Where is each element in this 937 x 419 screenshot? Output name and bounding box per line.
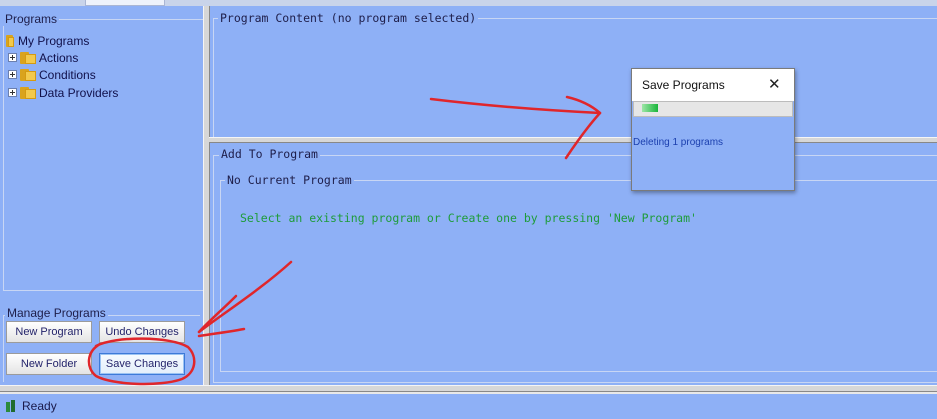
- program-content-header: Program Content (no program selected): [218, 11, 479, 25]
- folder-icon: [6, 34, 15, 47]
- dialog-message: Deleting 1 programs: [633, 137, 724, 148]
- expand-plus-icon[interactable]: [8, 88, 17, 97]
- top-tab[interactable]: [85, 0, 165, 6]
- dialog-title-bar[interactable]: Save Programs ✕: [632, 69, 794, 101]
- add-to-program-header: Add To Program: [219, 147, 320, 161]
- manage-programs-header: Manage Programs: [5, 306, 108, 320]
- progress-fill: [642, 104, 658, 112]
- tree-item-label: Data Providers: [39, 85, 119, 100]
- status-bar: Ready: [0, 392, 937, 419]
- horizontal-splitter[interactable]: [209, 137, 937, 143]
- new-program-button[interactable]: New Program: [6, 321, 92, 343]
- vertical-splitter[interactable]: [203, 6, 210, 386]
- folder-icon: [20, 86, 36, 99]
- progress-bar: [633, 101, 793, 117]
- expand-plus-icon[interactable]: [8, 70, 17, 79]
- undo-changes-button[interactable]: Undo Changes: [99, 321, 185, 343]
- no-current-program-header: No Current Program: [225, 173, 354, 187]
- tree-item-conditions[interactable]: Conditions: [8, 66, 96, 83]
- select-program-hint: Select an existing program or Create one…: [240, 211, 697, 225]
- tree-item-label: Conditions: [39, 67, 96, 82]
- ready-icon: [6, 400, 17, 412]
- dialog-title: Save Programs: [642, 78, 725, 92]
- save-programs-dialog: Save Programs ✕ Deleting 1 programs: [631, 68, 795, 191]
- folder-icon: [20, 68, 36, 81]
- folder-icon: [20, 51, 36, 64]
- tree-item-label: Actions: [39, 50, 79, 65]
- expand-plus-icon[interactable]: [8, 53, 17, 62]
- programs-header: Programs: [3, 12, 60, 26]
- new-folder-button[interactable]: New Folder: [6, 353, 92, 375]
- status-text: Ready: [22, 399, 57, 413]
- save-changes-button[interactable]: Save Changes: [99, 353, 185, 375]
- bottom-divider: [0, 385, 937, 392]
- tree-item-data-providers[interactable]: Data Providers: [8, 84, 118, 101]
- tree-item-label: My Programs: [18, 33, 90, 48]
- program-content-groupbox: [213, 18, 937, 138]
- no-current-program-groupbox: [220, 180, 937, 372]
- tree-root-my-programs[interactable]: My Programs: [6, 32, 89, 49]
- tree-item-actions[interactable]: Actions: [8, 49, 78, 66]
- close-icon[interactable]: ✕: [768, 75, 781, 93]
